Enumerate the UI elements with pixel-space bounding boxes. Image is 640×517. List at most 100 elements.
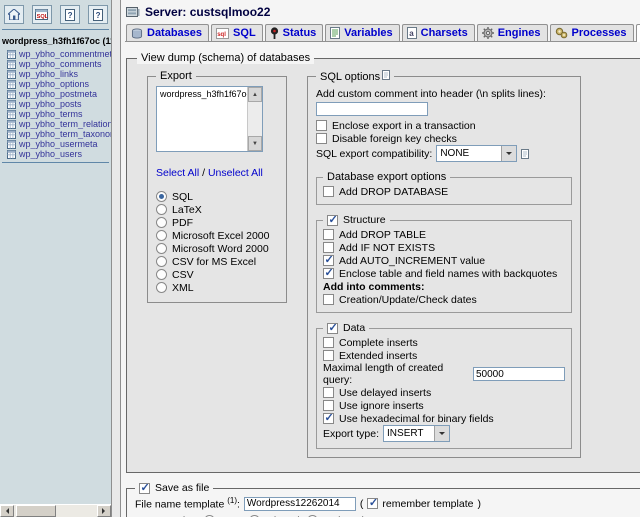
home-button[interactable] — [4, 5, 24, 24]
sidebar-item-table[interactable]: wp_ybho_term_relationsh — [7, 119, 111, 129]
add-if-not-exists-option[interactable]: Add IF NOT EXISTS — [323, 241, 565, 254]
database-option[interactable]: wordpress_h3fh1f67oc — [160, 89, 246, 99]
table-link[interactable]: wp_ybho_posts — [19, 99, 82, 109]
radio-word[interactable] — [156, 243, 167, 254]
sidebar-item-table[interactable]: wp_ybho_usermeta — [7, 139, 111, 149]
sidebar-item-table[interactable]: wp_ybho_users — [7, 149, 111, 159]
format-option-excel[interactable]: Microsoft Excel 2000 — [156, 229, 278, 242]
format-option-word[interactable]: Microsoft Word 2000 — [156, 242, 278, 255]
structure-checkbox[interactable] — [327, 215, 338, 226]
add-drop-database-checkbox[interactable] — [323, 186, 334, 197]
sidebar-item-table[interactable]: wp_ybho_term_taxonomy — [7, 129, 111, 139]
transaction-checkbox[interactable] — [316, 120, 327, 131]
scroll-down-button[interactable]: ▼ — [248, 136, 262, 151]
ignore-inserts-option[interactable]: Use ignore inserts — [323, 399, 565, 412]
phpmyadmin-docs-button[interactable]: ? — [88, 5, 108, 24]
format-option-latex[interactable]: LaTeX — [156, 203, 278, 216]
sidebar-item-table[interactable]: wp_ybho_terms — [7, 109, 111, 119]
sidebar-item-table[interactable]: wp_ybho_posts — [7, 99, 111, 109]
table-link[interactable]: wp_ybho_term_taxonomy — [19, 129, 111, 139]
table-link[interactable]: wp_ybho_comments — [19, 59, 102, 69]
compatibility-select[interactable]: NONE — [436, 145, 517, 162]
delayed-inserts-checkbox[interactable] — [323, 387, 334, 398]
format-option-csv[interactable]: CSV — [156, 268, 278, 281]
remember-template-checkbox[interactable] — [367, 498, 378, 509]
doc-help-icon[interactable] — [521, 149, 529, 159]
radio-csv-excel[interactable] — [156, 256, 167, 267]
scroll-right-button[interactable] — [97, 505, 111, 517]
format-option-csv-excel[interactable]: CSV for MS Excel — [156, 255, 278, 268]
sidebar-item-table[interactable]: wp_ybho_options — [7, 79, 111, 89]
tab-processes[interactable]: Processes — [550, 24, 634, 41]
extended-inserts-option[interactable]: Extended inserts — [323, 349, 565, 362]
table-link[interactable]: wp_ybho_users — [19, 149, 82, 159]
query-window-button[interactable]: SQL — [32, 5, 52, 24]
radio-csv[interactable] — [156, 269, 167, 280]
radio-excel[interactable] — [156, 230, 167, 241]
comment-header-input[interactable] — [316, 102, 428, 116]
extended-inserts-checkbox[interactable] — [323, 350, 334, 361]
radio-pdf[interactable] — [156, 217, 167, 228]
table-link[interactable]: wp_ybho_usermeta — [19, 139, 98, 149]
tab-status[interactable]: Status — [265, 24, 324, 41]
tab-variables[interactable]: Variables — [325, 24, 399, 41]
table-link[interactable]: wp_ybho_links — [19, 69, 78, 79]
scroll-up-button[interactable]: ▲ — [248, 87, 262, 102]
auto-increment-option[interactable]: Add AUTO_INCREMENT value — [323, 254, 565, 267]
listbox-scrollbar[interactable]: ▲ ▼ — [247, 87, 262, 151]
data-checkbox[interactable] — [327, 323, 338, 334]
add-drop-table-option[interactable]: Add DROP TABLE — [323, 228, 565, 241]
save-as-file-checkbox[interactable] — [139, 483, 150, 494]
scroll-thumb[interactable] — [16, 505, 56, 517]
tab-export[interactable]: Export — [636, 24, 640, 42]
unselect-all-link[interactable]: Unselect All — [208, 167, 263, 179]
table-link[interactable]: wp_ybho_postmeta — [19, 89, 97, 99]
hexadecimal-checkbox[interactable] — [323, 413, 334, 424]
format-option-pdf[interactable]: PDF — [156, 216, 278, 229]
frame-divider[interactable] — [111, 0, 121, 517]
radio-xml[interactable] — [156, 282, 167, 293]
select-all-link[interactable]: Select All — [156, 167, 199, 179]
table-link[interactable]: wp_ybho_commentmeta — [19, 49, 111, 59]
add-drop-table-checkbox[interactable] — [323, 229, 334, 240]
sidebar-item-table[interactable]: wp_ybho_links — [7, 69, 111, 79]
sidebar-horizontal-scrollbar[interactable] — [0, 504, 111, 517]
table-link[interactable]: wp_ybho_options — [19, 79, 89, 89]
tab-engines[interactable]: Engines — [477, 24, 548, 41]
complete-inserts-checkbox[interactable] — [323, 337, 334, 348]
creation-dates-option[interactable]: Creation/Update/Check dates — [323, 293, 565, 306]
foreign-key-option[interactable]: Disable foreign key checks — [316, 132, 572, 145]
file-name-template-input[interactable] — [244, 497, 356, 511]
transaction-option[interactable]: Enclose export in a transaction — [316, 119, 572, 132]
doc-help-icon[interactable] — [382, 70, 390, 80]
sidebar-item-table[interactable]: wp_ybho_comments — [7, 59, 111, 69]
radio-latex[interactable] — [156, 204, 167, 215]
export-type-select[interactable]: INSERT — [383, 425, 450, 442]
max-query-input[interactable] — [473, 367, 565, 381]
table-link[interactable]: wp_ybho_term_relationsh — [19, 119, 111, 129]
backquotes-option[interactable]: Enclose table and field names with backq… — [323, 267, 565, 280]
hexadecimal-option[interactable]: Use hexadecimal for binary fields — [323, 412, 565, 425]
ignore-inserts-checkbox[interactable] — [323, 400, 334, 411]
tab-databases[interactable]: Databases — [126, 24, 209, 41]
format-option-xml[interactable]: XML — [156, 281, 278, 294]
backquotes-checkbox[interactable] — [323, 268, 334, 279]
auto-increment-checkbox[interactable] — [323, 255, 334, 266]
tab-charsets[interactable]: aCharsets — [402, 24, 475, 41]
add-if-not-exists-checkbox[interactable] — [323, 242, 334, 253]
table-link[interactable]: wp_ybho_terms — [19, 109, 83, 119]
add-drop-database-option[interactable]: Add DROP DATABASE — [323, 185, 565, 198]
foreign-key-checkbox[interactable] — [316, 133, 327, 144]
creation-dates-checkbox[interactable] — [323, 294, 334, 305]
scroll-left-button[interactable] — [0, 505, 14, 517]
database-select-listbox[interactable]: wordpress_h3fh1f67oc ▲ ▼ — [156, 86, 263, 152]
sidebar-item-table[interactable]: wp_ybho_commentmeta — [7, 49, 111, 59]
radio-sql[interactable] — [156, 191, 167, 202]
sidebar-item-table[interactable]: wp_ybho_postmeta — [7, 89, 111, 99]
delayed-inserts-option[interactable]: Use delayed inserts — [323, 386, 565, 399]
tab-sql[interactable]: sqlSQL — [211, 24, 263, 41]
format-option-sql[interactable]: SQL — [156, 190, 278, 203]
docs-button[interactable]: ? — [60, 5, 80, 24]
sidebar-database-link[interactable]: wordpress_h3fh1f67oc (11) — [0, 33, 111, 49]
complete-inserts-option[interactable]: Complete inserts — [323, 336, 565, 349]
